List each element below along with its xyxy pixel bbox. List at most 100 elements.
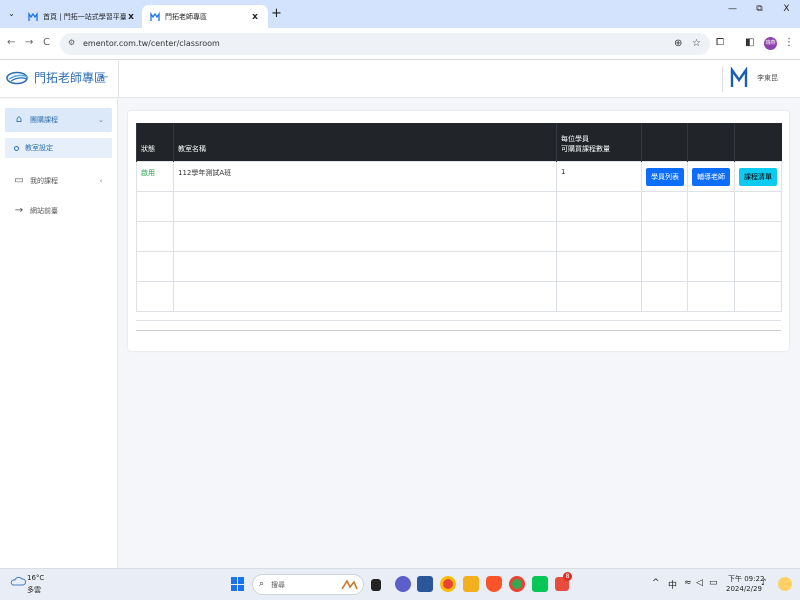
word-icon[interactable]	[417, 576, 433, 592]
chevron-down-icon: ⌄	[98, 116, 104, 124]
browser-tab-strip: ⌄ 首頁 | 門拓一站式學習平臺 x 門拓老師專區 x + — ⧉ X	[0, 0, 800, 28]
more-menu-icon[interactable]: ⋮	[784, 37, 794, 48]
house-icon: ⌂	[15, 114, 23, 125]
student-list-button[interactable]: 學員列表	[646, 167, 684, 186]
action-cell: 學員列表	[641, 160, 688, 192]
column-header-quantity: 每位學員 可購買課程數量	[556, 123, 642, 161]
sidebar-item-my-courses[interactable]: ▭ 我的課程 ‹	[5, 169, 112, 193]
back-icon[interactable]: ←	[7, 37, 15, 48]
wifi-icon[interactable]: ≈	[684, 578, 692, 588]
taskbar-search-placeholder: 搜尋	[271, 581, 285, 589]
taskbar: 16°C 多雲 ⌕ 搜尋 8 ^ 中 ≈ ◁ ▭ 下午 09:22 2024/2…	[0, 568, 800, 600]
chevron-up-icon[interactable]: ^	[652, 578, 660, 588]
action-cell: 輔導老師	[687, 160, 735, 192]
column-header-action-3	[734, 123, 782, 161]
sidebar-item-website-front[interactable]: → 網站前臺	[5, 199, 112, 223]
tab-search-button[interactable]: ⌄	[5, 7, 18, 20]
new-tab-button[interactable]: +	[271, 6, 282, 21]
close-window-icon[interactable]: X	[773, 4, 800, 14]
bookmark-star-icon[interactable]: ☆	[692, 38, 701, 49]
classroom-card: 狀態 教室名稱 每位學員 可購買課程數量 啟用 112學年測試A班 1 學員列表…	[128, 111, 789, 351]
windows-start-icon[interactable]	[231, 577, 245, 591]
sidebar-item-group-courses[interactable]: ⌂ 團購課程 ⌄	[5, 108, 112, 132]
clock-time[interactable]: 下午 09:22	[728, 574, 764, 584]
tab-title: 首頁 | 門拓一站式學習平臺	[43, 12, 126, 21]
classroom-table: 狀態 教室名稱 每位學員 可購買課程數量 啟用 112學年測試A班 1 學員列表…	[136, 123, 782, 312]
copilot-icon[interactable]	[395, 576, 411, 592]
collapse-sidebar-icon[interactable]: ⇤	[100, 72, 108, 83]
tab-title: 門拓老師專區	[165, 12, 207, 21]
file-explorer-icon[interactable]	[463, 576, 479, 592]
volume-icon[interactable]: ◁	[696, 578, 703, 588]
chevron-left-icon: ‹	[99, 177, 103, 185]
brand-name: 門拓老師專區	[34, 71, 107, 85]
column-header-action-1	[641, 123, 688, 161]
task-view-icon[interactable]	[371, 579, 381, 591]
circle-icon	[14, 145, 19, 151]
browser-toolbar: ← → C ⚙ ementor.com.tw/center/classroom …	[0, 28, 800, 60]
user-name[interactable]: 李東昆	[757, 73, 778, 83]
sidebar: ⌂ 團購課程 ⌄ 教室設定 ▭ 我的課程 ‹ → 網站前臺	[0, 99, 118, 568]
sidebar-item-classroom-settings[interactable]: 教室設定	[5, 138, 112, 158]
table-row-empty	[136, 220, 782, 252]
cloud-icon[interactable]	[10, 576, 26, 586]
notification-badge: 8	[563, 572, 572, 581]
notification-bell-icon[interactable]: ♪	[761, 578, 767, 588]
taskbar-search[interactable]: ⌕ 搜尋	[252, 574, 364, 595]
restore-icon[interactable]: ⧉	[746, 4, 773, 14]
course-list-button[interactable]: 課程清單	[739, 167, 777, 186]
extensions-icon[interactable]: ⧠	[716, 37, 724, 48]
app-header: 門拓老師專區 ⇤ 李東昆	[0, 60, 800, 98]
address-bar[interactable]: ⚙ ementor.com.tw/center/classroom ⊕ ☆	[60, 33, 710, 55]
tab-close-icon[interactable]: x	[126, 12, 136, 22]
chrome-icon[interactable]	[440, 576, 456, 592]
weather-temperature[interactable]: 16°C	[27, 574, 44, 582]
forward-icon[interactable]: →	[25, 37, 33, 48]
weather-condition[interactable]: 多雲	[27, 585, 41, 595]
tab-close-icon[interactable]: x	[250, 12, 260, 22]
tutor-teacher-button[interactable]: 輔導老師	[692, 167, 730, 186]
battery-icon[interactable]: ▭	[709, 578, 718, 588]
search-icon: ⌕	[259, 579, 265, 589]
column-header-status: 狀態	[136, 123, 174, 161]
table-row-empty	[136, 190, 782, 222]
book-icon: ▭	[14, 175, 24, 186]
table-footer-divider	[136, 330, 781, 331]
table-row: 啟用 112學年測試A班 1 學員列表 輔導老師 課程清單	[136, 160, 782, 192]
zoom-icon[interactable]: ⊕	[674, 38, 682, 49]
tab-teacher-area[interactable]: 門拓老師專區 x	[142, 5, 268, 28]
status-badge: 啟用	[141, 168, 155, 177]
url-text[interactable]: ementor.com.tw/center/classroom	[83, 39, 220, 48]
user-logo-icon[interactable]	[730, 67, 748, 89]
site-settings-icon[interactable]: ⚙	[68, 38, 79, 49]
arrow-right-icon: →	[14, 205, 24, 216]
table-footer-line	[136, 320, 781, 321]
clock-date[interactable]: 2024/2/29	[726, 585, 762, 593]
side-panel-icon[interactable]: ◧	[745, 37, 754, 48]
status-cell: 啟用	[136, 160, 174, 192]
line-icon[interactable]	[532, 576, 548, 592]
action-cell: 課程清單	[734, 160, 782, 192]
site-favicon-icon	[150, 11, 160, 21]
quantity-cell: 1	[556, 160, 642, 192]
brand[interactable]: 門拓老師專區	[6, 69, 106, 86]
tab-home[interactable]: 首頁 | 門拓一站式學習平臺 x	[20, 5, 144, 28]
header-divider	[118, 60, 119, 98]
column-header-name: 教室名稱	[173, 123, 557, 161]
sidebar-item-label: 團購課程	[30, 116, 58, 124]
brave-icon[interactable]	[486, 576, 502, 592]
column-header-action-2	[687, 123, 735, 161]
sidebar-item-label: 教室設定	[25, 144, 53, 152]
brand-logo-icon	[6, 71, 29, 84]
classroom-name-cell: 112學年測試A班	[173, 160, 557, 192]
user-divider	[722, 66, 723, 92]
table-row-empty	[136, 280, 782, 312]
copilot-tray-icon[interactable]	[778, 577, 792, 591]
reload-icon[interactable]: C	[43, 37, 50, 48]
search-highlight-icon	[341, 579, 358, 590]
minimize-icon[interactable]: —	[719, 4, 746, 14]
ime-indicator[interactable]: 中	[668, 578, 677, 591]
table-row-empty	[136, 250, 782, 282]
profile-avatar[interactable]: 瑞燕	[764, 37, 777, 50]
chrome-profile-icon[interactable]	[509, 576, 525, 592]
